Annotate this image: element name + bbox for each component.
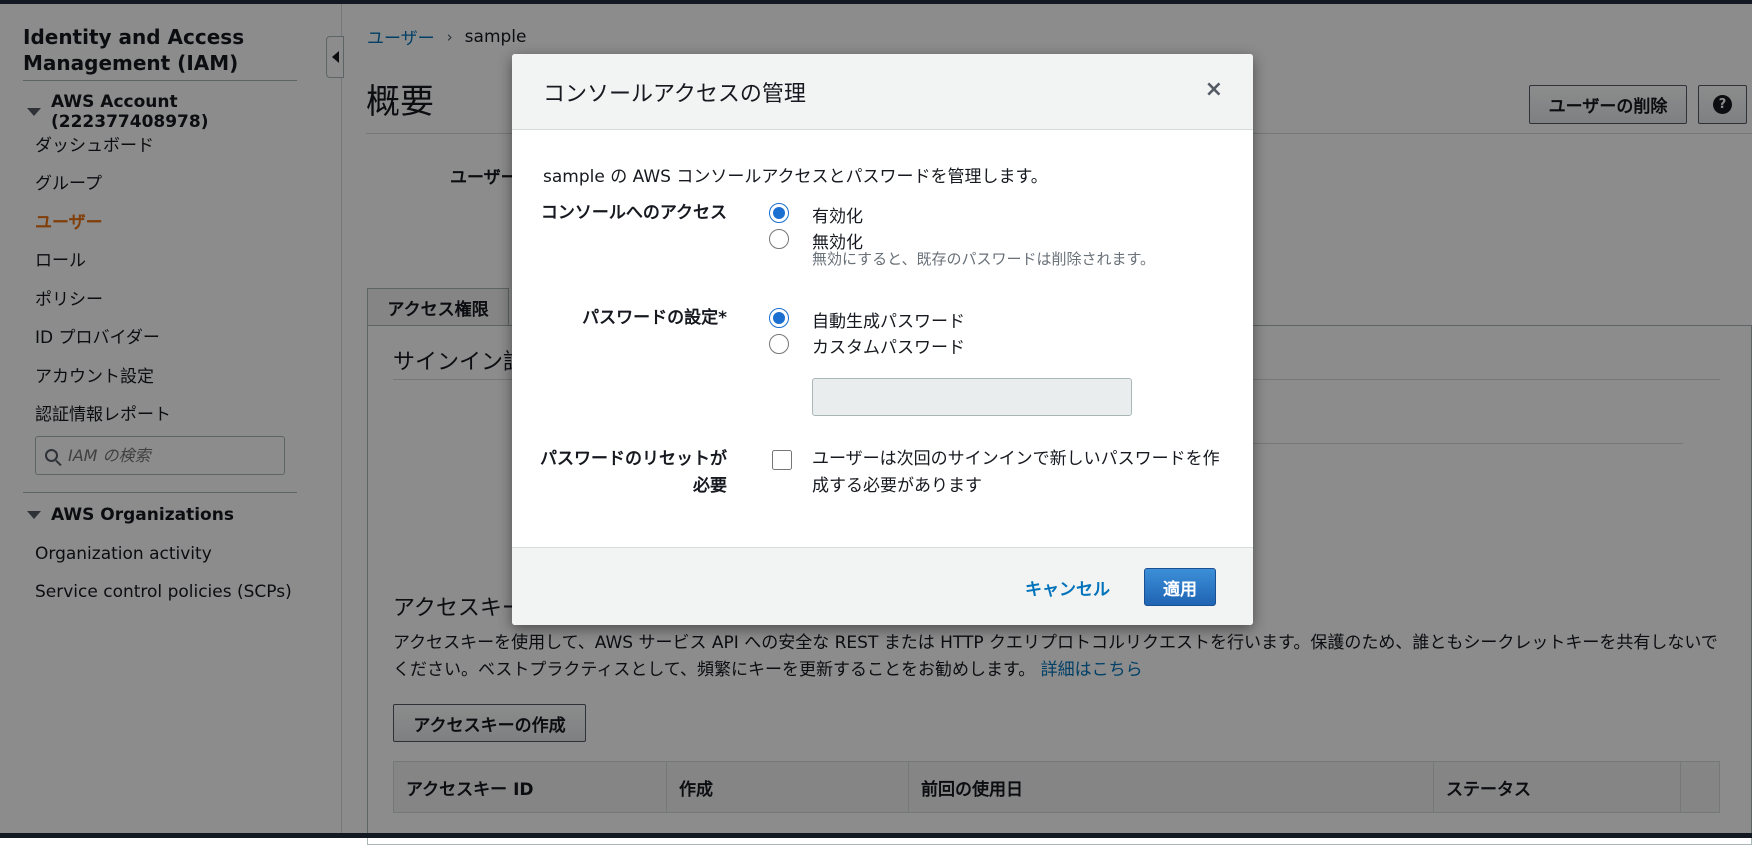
apply-button[interactable]: 適用	[1144, 568, 1216, 606]
auto-password-option[interactable]: 自動生成パスワード	[769, 307, 965, 332]
dialog-title: コンソールアクセスの管理	[543, 82, 806, 107]
custom-password-radio[interactable]	[769, 334, 789, 354]
require-reset-checkbox[interactable]	[772, 450, 792, 470]
enable-option[interactable]: 有効化	[769, 202, 863, 227]
dialog-header: コンソールアクセスの管理 ×	[512, 54, 1253, 130]
custom-password-input[interactable]	[812, 378, 1132, 416]
custom-password-option[interactable]: カスタムパスワード	[769, 333, 965, 358]
cancel-button[interactable]: キャンセル	[1025, 575, 1110, 600]
password-reset-label: パスワードのリセットが 必要	[512, 446, 727, 500]
password-reset-label-line2: 必要	[693, 476, 727, 496]
password-setting-label: パスワードの設定*	[582, 308, 727, 328]
console-access-label: コンソールへのアクセス	[540, 203, 727, 223]
disable-hint: 無効にすると、既存のパスワードは削除されます。	[812, 250, 1156, 268]
enable-label: 有効化	[812, 207, 863, 227]
dialog-footer	[512, 547, 1253, 625]
manage-console-access-dialog: コンソールアクセスの管理 × sample の AWS コンソールアクセスとパス…	[512, 54, 1253, 625]
disable-radio[interactable]	[769, 229, 789, 249]
custom-password-label: カスタムパスワード	[812, 338, 965, 358]
password-reset-label-line1: パスワードのリセットが	[540, 449, 727, 469]
require-reset-description: ユーザーは次回のサインインで新しいパスワードを作成する必要があります	[812, 449, 1220, 496]
auto-password-label: 自動生成パスワード	[812, 312, 965, 332]
enable-radio[interactable]	[769, 203, 789, 223]
dialog-intro: sample の AWS コンソールアクセスとパスワードを管理します。	[543, 167, 1048, 187]
close-icon[interactable]: ×	[1205, 77, 1223, 102]
auto-password-radio[interactable]	[769, 308, 789, 328]
